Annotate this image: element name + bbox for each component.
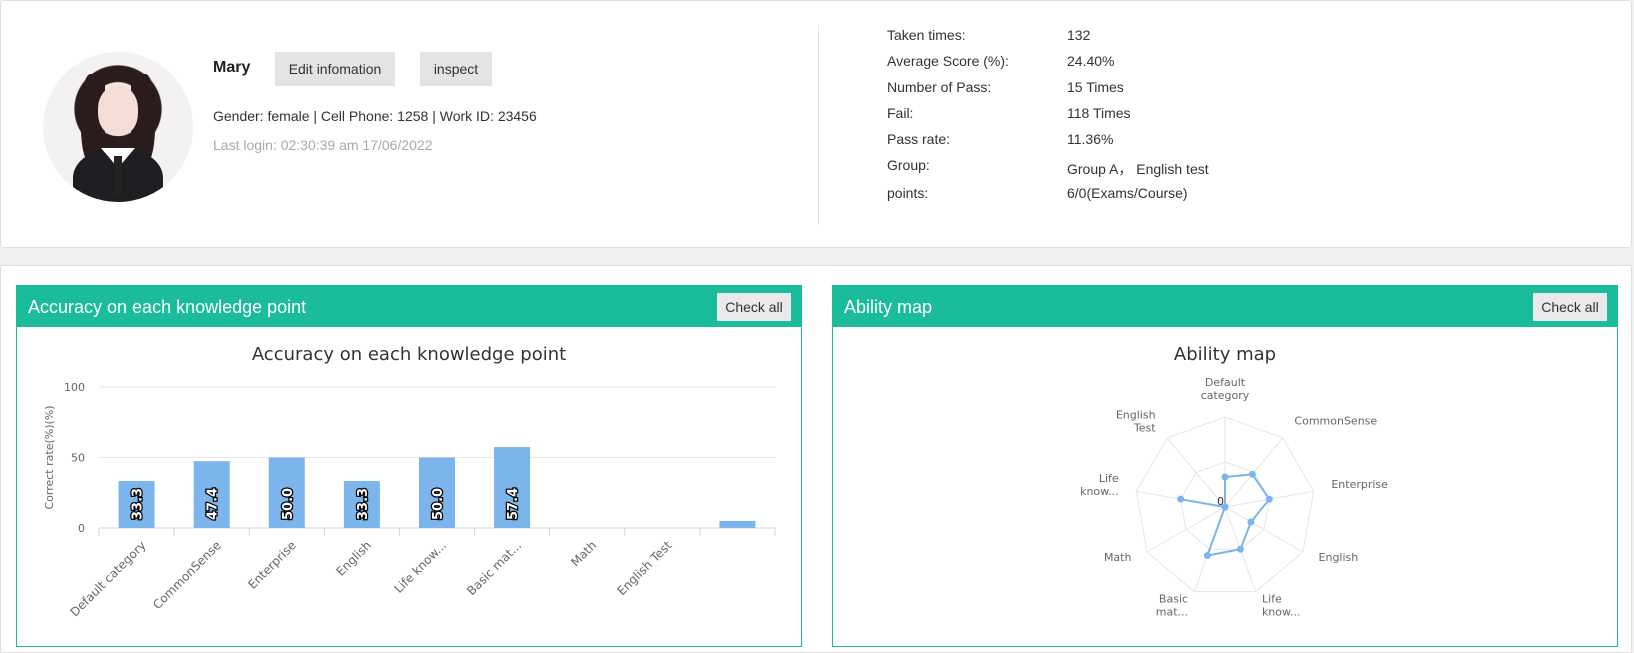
accuracy-panel-title: Accuracy on each knowledge point bbox=[28, 297, 307, 317]
radar-axis-label: Life know... bbox=[1080, 472, 1119, 498]
x-tick-label: Basic mat... bbox=[464, 538, 524, 598]
radar-spoke bbox=[1146, 506, 1226, 553]
stat-value-pass-rate: 11.36% bbox=[1067, 131, 1114, 147]
x-tick-label: Enterprise bbox=[245, 538, 299, 592]
radar-point bbox=[1247, 518, 1255, 526]
stat-value-average-score: 24.40% bbox=[1067, 53, 1115, 69]
ability-check-all-button[interactable]: Check all bbox=[1533, 293, 1607, 321]
inspect-button[interactable]: inspect bbox=[420, 52, 492, 86]
y-axis-label: Correct rate(%)(%) bbox=[43, 405, 56, 509]
y-tick-label: 0 bbox=[78, 522, 85, 535]
ability-panel: Ability map Check all Ability map 0 Defaul… bbox=[832, 285, 1618, 647]
stat-label-pass-rate: Pass rate: bbox=[887, 131, 951, 147]
x-tick-label: CommonSense bbox=[150, 538, 224, 612]
x-tick-label: Math bbox=[568, 538, 599, 569]
radar-point bbox=[1265, 495, 1273, 503]
x-tick-label: Default category bbox=[68, 538, 149, 619]
user-name: Mary bbox=[213, 59, 251, 76]
user-details: Gender: female | Cell Phone: 1258 | Work… bbox=[213, 108, 537, 124]
x-tick-label: English bbox=[333, 538, 374, 579]
stat-label-fail: Fail: bbox=[887, 105, 914, 121]
bar-data-label: 33.3 bbox=[131, 488, 146, 520]
radar-axis-label: Life know... bbox=[1262, 592, 1301, 618]
radar-axis-label: Default category bbox=[1201, 376, 1250, 402]
y-tick-label: 100 bbox=[64, 381, 85, 394]
divider bbox=[818, 25, 819, 225]
accuracy-check-all-button[interactable]: Check all bbox=[717, 293, 791, 321]
bar-data-label: 47.4 bbox=[206, 488, 221, 520]
ability-panel-title: Ability map bbox=[844, 297, 933, 317]
bar bbox=[719, 520, 756, 528]
bar-data-label: 57.4 bbox=[506, 488, 521, 520]
radar-axis-label: Basic mat... bbox=[1156, 592, 1188, 618]
ability-panel-header: Ability map Check all bbox=[833, 286, 1617, 327]
stat-value-fail: 118 Times bbox=[1067, 105, 1131, 121]
ability-radar-chart: Ability map 0 Default category CommonSense En… bbox=[1080, 344, 1388, 618]
stat-label-points: points: bbox=[887, 185, 929, 201]
bar-data-label: 50.0 bbox=[431, 488, 446, 520]
radar-axis-label: English Test bbox=[1116, 408, 1156, 434]
accuracy-panel-header: Accuracy on each knowledge point Check a… bbox=[17, 286, 801, 327]
stat-value-points: 6/0(Exams/Course) bbox=[1067, 185, 1188, 201]
radar-axis-label: CommonSense bbox=[1294, 414, 1377, 427]
last-login: Last login: 02:30:39 am 17/06/2022 bbox=[213, 137, 433, 153]
radar-center-label: 0 bbox=[1217, 495, 1224, 508]
radar-point bbox=[1248, 470, 1256, 478]
stat-label-number-of-pass: Number of Pass: bbox=[887, 79, 992, 95]
stat-label-group: Group: bbox=[887, 157, 930, 173]
radar-point bbox=[1221, 473, 1229, 481]
bar-data-label: 33.3 bbox=[356, 488, 371, 520]
stat-label-average-score: Average Score (%): bbox=[887, 53, 1009, 69]
stat-value-number-of-pass: 15 Times bbox=[1067, 79, 1124, 95]
edit-information-button[interactable]: Edit infomation bbox=[275, 52, 395, 86]
stat-value-group: Group A， English test bbox=[1067, 161, 1209, 177]
accuracy-bar-chart: Accuracy on each knowledge point 0 50 100 Co… bbox=[43, 344, 776, 619]
x-tick-label: English Test bbox=[615, 538, 675, 598]
radar-axis-label: Math bbox=[1104, 551, 1132, 564]
y-tick-label: 50 bbox=[71, 452, 85, 465]
radar-point bbox=[1203, 552, 1211, 560]
radar-point bbox=[1236, 545, 1244, 553]
avatar bbox=[43, 52, 193, 202]
x-tick-label: Life know... bbox=[391, 538, 449, 596]
accuracy-panel: Accuracy on each knowledge point Check a… bbox=[16, 285, 802, 647]
chart-title: Ability map bbox=[1174, 344, 1276, 365]
radar-point bbox=[1177, 495, 1185, 503]
bar-data-label: 50.0 bbox=[281, 488, 296, 520]
profile-card: Mary Edit infomation inspect Gender: fem… bbox=[0, 0, 1632, 248]
radar-spoke bbox=[1224, 506, 1304, 553]
stat-value-taken-times: 132 bbox=[1067, 27, 1091, 43]
radar-axis-label: Enterprise bbox=[1331, 478, 1388, 491]
stat-label-taken-times: Taken times: bbox=[887, 27, 966, 43]
radar-axis-label: English bbox=[1319, 551, 1359, 564]
chart-title: Accuracy on each knowledge point bbox=[252, 344, 566, 365]
radar-series-line bbox=[1180, 473, 1271, 557]
